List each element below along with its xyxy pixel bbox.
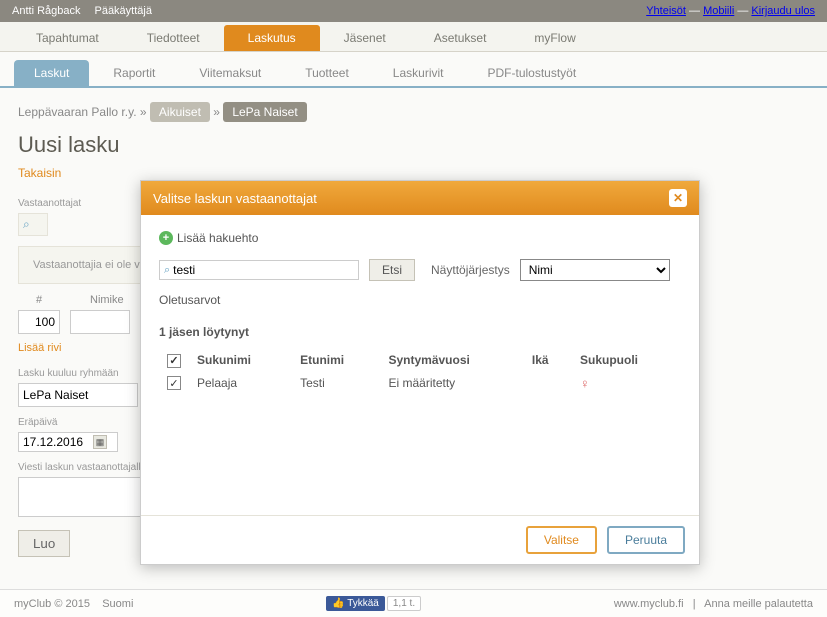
plus-icon: + [159,231,173,245]
bc-org[interactable]: Leppävaaran Pallo r.y. [18,105,137,119]
fb-count: 1,1 t. [387,596,421,611]
subtab-products[interactable]: Tuotteet [285,60,369,86]
col-lastname: Sukunimi [189,349,292,372]
duedate-input[interactable] [23,435,93,449]
found-count: 1 jäsen löytynyt [159,325,681,339]
cell-lastname: Pelaaja [189,372,292,395]
user-role: Pääkäyttäjä [94,5,151,17]
footer-feedback[interactable]: Anna meille palautetta [704,598,813,610]
col-firstname: Etunimi [292,349,380,372]
subtab-refpayments[interactable]: Viitemaksut [179,60,281,86]
col-birthyear: Syntymävuosi [380,349,523,372]
create-button[interactable]: Luo [18,530,70,557]
sub-tabs: Laskut Raportit Viitemaksut Tuotteet Las… [0,52,827,88]
col-gender: Sukupuoli [572,349,681,372]
thumb-icon: 👍 [332,598,344,609]
cell-age [524,372,572,395]
table-row[interactable]: ✓ Pelaaja Testi Ei määritetty ♀ [159,372,681,395]
back-link[interactable]: Takaisin [18,166,61,180]
add-filter-link[interactable]: + Lisää hakuehto [159,231,681,245]
results-table: ✓ Sukunimi Etunimi Syntymävuosi Ikä Suku… [159,349,681,395]
link-logout[interactable]: Kirjaudu ulos [751,5,815,17]
subtab-invoices[interactable]: Laskut [14,60,89,86]
select-all-checkbox[interactable]: ✓ [167,354,181,368]
tab-announcements[interactable]: Tiedotteet [123,25,224,51]
bc-group2[interactable]: LePa Naiset [223,102,306,122]
tab-myflow[interactable]: myFlow [510,25,599,51]
duedate-field[interactable]: ▦ [18,432,118,452]
sort-label: Näyttöjärjestys [431,263,510,277]
select-button[interactable]: Valitse [526,526,597,554]
subtab-reports[interactable]: Raportit [93,60,175,86]
cell-firstname: Testi [292,372,380,395]
col-num: # [18,294,60,306]
link-mobile[interactable]: Mobiili [703,5,734,17]
topbar: Antti Rågback Pääkäyttäjä Yhteisöt — Mob… [0,0,827,22]
tab-invoicing[interactable]: Laskutus [224,25,320,51]
modal-search-input[interactable] [173,263,354,277]
recipients-modal: Valitse laskun vastaanottajat ✕ + Lisää … [140,180,700,565]
tab-members[interactable]: Jäsenet [320,25,410,51]
cell-birthyear: Ei määritetty [380,372,523,395]
recipients-search-box[interactable]: ⌕ [18,213,48,236]
search-icon: ⌕ [23,217,30,231]
cancel-button[interactable]: Peruuta [607,526,685,554]
modal-title: Valitse laskun vastaanottajat [153,191,317,206]
modal-header: Valitse laskun vastaanottajat ✕ [141,181,699,215]
subtab-invoicerows[interactable]: Laskurivit [373,60,464,86]
group-input[interactable] [18,383,138,407]
fb-like[interactable]: 👍 Tykkää 1,1 t. [326,596,421,611]
search-button[interactable]: Etsi [369,259,415,281]
row-number-input[interactable] [18,310,60,334]
row-name-input[interactable] [70,310,130,334]
modal-footer: Valitse Peruuta [141,515,699,564]
bc-group1[interactable]: Aikuiset [150,102,210,122]
col-name: Nimike [90,294,124,306]
close-icon[interactable]: ✕ [669,189,687,207]
main-tabs: Tapahtumat Tiedotteet Laskutus Jäsenet A… [0,22,827,52]
subtab-pdfjobs[interactable]: PDF-tulostustyöt [467,60,596,86]
tab-settings[interactable]: Asetukset [410,25,511,51]
topbar-right: Yhteisöt — Mobiili — Kirjaudu ulos [646,5,815,17]
footer-lang[interactable]: Suomi [102,598,133,610]
page-title: Uusi lasku [18,132,809,158]
defaults-link[interactable]: Oletusarvot [159,293,681,307]
calendar-icon[interactable]: ▦ [93,435,107,449]
row-checkbox[interactable]: ✓ [167,376,181,390]
footer-copyright: myClub © 2015 [14,598,90,610]
search-icon: ⌕ [164,264,170,277]
breadcrumb: Leppävaaran Pallo r.y. » Aikuiset » LePa… [0,88,827,132]
link-communities[interactable]: Yhteisöt [646,5,686,17]
tab-events[interactable]: Tapahtumat [12,25,123,51]
footer: myClub © 2015 Suomi 👍 Tykkää 1,1 t. www.… [0,589,827,617]
footer-url[interactable]: www.myclub.fi [614,598,684,610]
modal-search-box[interactable]: ⌕ [159,260,359,280]
col-age: Ikä [524,349,572,372]
female-icon: ♀ [580,376,590,391]
user-name: Antti Rågback [12,5,80,17]
add-row-link[interactable]: Lisää rivi [18,342,61,354]
sort-select[interactable]: Nimi [520,259,670,281]
